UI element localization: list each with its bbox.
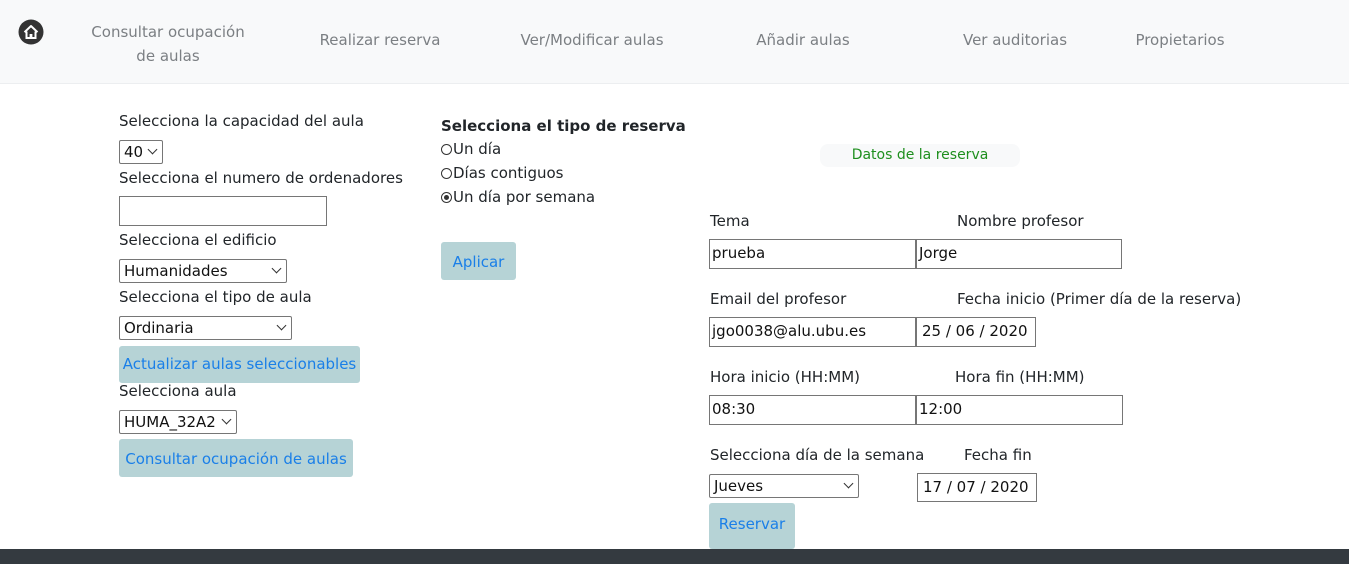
nav-realizar-reserva[interactable]: Realizar reserva: [310, 28, 450, 52]
tipo-reserva-label: Selecciona el tipo de reserva: [441, 117, 686, 135]
radio-dias-contiguos[interactable]: Días contiguos: [441, 163, 564, 183]
tipo-aula-select[interactable]: Ordinaria: [119, 316, 292, 340]
chevron-down-icon: [271, 263, 282, 274]
nombre-profesor-label: Nombre profesor: [957, 212, 1084, 230]
radio-button[interactable]: [441, 168, 452, 179]
edificio-label: Selecciona el edificio: [119, 231, 277, 249]
chevron-down-icon: [221, 414, 232, 425]
email-profesor-label: Email del profesor: [710, 290, 847, 308]
hora-inicio-input[interactable]: 08:30: [709, 395, 916, 425]
ordenadores-input[interactable]: [119, 196, 327, 226]
tema-label: Tema: [710, 212, 750, 230]
hora-fin-input[interactable]: 12:00: [916, 395, 1123, 425]
chevron-down-icon: [843, 478, 854, 489]
nav-consultar-ocupacion[interactable]: Consultar ocupación de aulas: [80, 20, 256, 68]
nav-anadir-aulas[interactable]: Añadir aulas: [748, 28, 858, 52]
tipo-aula-label: Selecciona el tipo de aula: [119, 288, 312, 306]
reservar-button[interactable]: Reservar: [709, 503, 795, 549]
dia-semana-label: Selecciona día de la semana: [710, 446, 925, 464]
radio-button-selected[interactable]: [441, 192, 452, 203]
edificio-select-value: Humanidades: [124, 262, 228, 280]
nav-ver-modificar-aulas[interactable]: Ver/Modificar aulas: [510, 28, 674, 52]
radio-label: Días contiguos: [453, 164, 564, 182]
nav-ver-auditorias[interactable]: Ver auditorias: [955, 28, 1075, 52]
radio-label: Un día: [453, 140, 502, 158]
chevron-down-icon: [276, 320, 287, 331]
aula-select-value: HUMA_32A2: [124, 413, 216, 431]
dia-semana-select-value: Jueves: [714, 477, 764, 495]
tipo-aula-select-value: Ordinaria: [124, 319, 194, 337]
aula-label: Selecciona aula: [119, 382, 237, 400]
tema-input[interactable]: prueba: [709, 239, 916, 269]
fecha-fin-input[interactable]: 17 / 07 / 2020: [917, 473, 1037, 502]
home-icon[interactable]: [17, 18, 45, 46]
actualizar-aulas-button[interactable]: Actualizar aulas seleccionables: [119, 346, 360, 383]
chevron-down-icon: [147, 144, 158, 155]
capacidad-select-value: 40: [124, 143, 144, 161]
fecha-fin-label: Fecha fin: [964, 446, 1032, 464]
aplicar-button[interactable]: Aplicar: [441, 242, 516, 280]
hora-fin-label: Hora fin (HH:MM): [955, 368, 1085, 386]
hora-inicio-label: Hora inicio (HH:MM): [710, 368, 860, 386]
radio-label: Un día por semana: [453, 188, 596, 206]
radio-button[interactable]: [441, 144, 452, 155]
ordenadores-label: Selecciona el numero de ordenadores: [119, 169, 403, 187]
aula-select[interactable]: HUMA_32A2: [119, 410, 237, 434]
consultar-ocupacion-button[interactable]: Consultar ocupación de aulas: [119, 439, 353, 477]
datos-reserva-title: Datos de la reserva: [820, 144, 1020, 167]
capacidad-select[interactable]: 40: [119, 140, 163, 164]
edificio-select[interactable]: Humanidades: [119, 259, 287, 283]
capacidad-label: Selecciona la capacidad del aula: [119, 112, 364, 130]
top-navbar: Consultar ocupación de aulas Realizar re…: [0, 0, 1349, 84]
nav-propietarios[interactable]: Propietarios: [1128, 28, 1232, 52]
email-profesor-input[interactable]: jgo0038@alu.ubu.es: [709, 317, 916, 347]
fecha-inicio-input[interactable]: 25 / 06 / 2020: [916, 317, 1036, 347]
radio-un-dia-por-semana[interactable]: Un día por semana: [441, 187, 595, 207]
nombre-profesor-input[interactable]: Jorge: [916, 239, 1122, 269]
footer-bar: [0, 549, 1349, 564]
radio-un-dia[interactable]: Un día: [441, 139, 501, 159]
fecha-inicio-label: Fecha inicio (Primer día de la reserva): [957, 290, 1242, 308]
dia-semana-select[interactable]: Jueves: [709, 474, 859, 498]
